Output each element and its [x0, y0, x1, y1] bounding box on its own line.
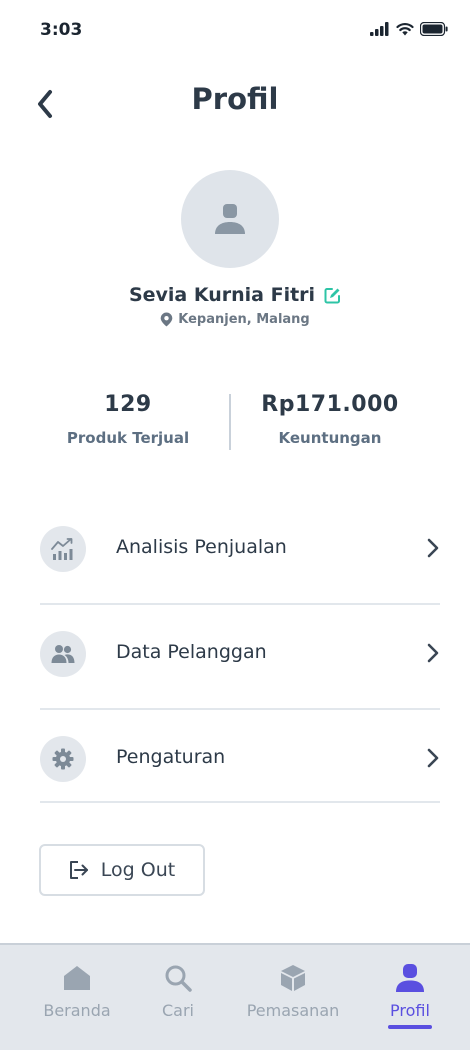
stat-products-sold: 129 Produk Terjual — [28, 392, 228, 447]
wifi-icon — [396, 22, 414, 36]
stat-label: Produk Terjual — [66, 429, 190, 447]
location-pin-icon — [160, 312, 173, 327]
stat-value: Rp171.000 — [261, 392, 399, 417]
nav-label: Beranda — [43, 1001, 111, 1020]
status-time: 3:03 — [40, 20, 83, 40]
chart-icon — [40, 526, 86, 572]
chevron-right-icon — [426, 536, 440, 560]
stats: 129 Produk Terjual Rp171.000 Keuntungan — [0, 392, 470, 462]
stat-label: Keuntungan — [278, 429, 382, 447]
signal-icon — [370, 22, 389, 36]
profile-name: Sevia Kurnia Fitri — [128, 284, 316, 306]
nav-label: Pemasanan — [246, 1001, 340, 1020]
nav-item-home[interactable]: Beranda — [27, 961, 127, 1020]
battery-icon — [420, 22, 448, 36]
menu-item-label: Pengaturan — [116, 746, 226, 768]
menu-item-settings[interactable]: Pengaturan — [40, 710, 440, 803]
chevron-right-icon — [426, 746, 440, 770]
logout-label: Log Out — [100, 859, 176, 881]
search-icon — [128, 961, 228, 995]
box-icon — [243, 961, 343, 995]
menu-item-sales-analysis[interactable]: Analisis Penjualan — [40, 500, 440, 605]
nav-item-orders[interactable]: Pemasanan — [243, 961, 343, 1020]
header: Profil — [0, 78, 470, 128]
bottom-nav: Beranda Cari Pemasanan Profil — [0, 943, 470, 1050]
stat-profit: Rp171.000 Keuntungan — [230, 392, 430, 447]
location-text: Kepanjen, Malang — [178, 312, 310, 327]
page-title: Profil — [191, 82, 279, 116]
nav-label: Profil — [390, 1001, 430, 1020]
nav-label: Cari — [162, 1001, 194, 1020]
edit-icon[interactable] — [323, 286, 341, 304]
home-icon — [27, 961, 127, 995]
stat-value: 129 — [104, 392, 152, 417]
status-bar: 3:03 — [0, 0, 470, 60]
nav-item-profile[interactable]: Profil — [360, 961, 460, 1029]
menu-item-customer-data[interactable]: Data Pelanggan — [40, 605, 440, 710]
logout-button[interactable]: Log Out — [39, 844, 205, 896]
active-tab-indicator — [388, 1025, 432, 1029]
users-icon — [40, 631, 86, 677]
nav-item-search[interactable]: Cari — [128, 961, 228, 1020]
logout-icon — [69, 861, 88, 879]
menu-item-label: Data Pelanggan — [116, 641, 267, 663]
menu-item-label: Analisis Penjualan — [116, 536, 287, 558]
profile-menu: Analisis Penjualan Data Pelanggan Pengat… — [40, 500, 440, 803]
chevron-right-icon — [426, 641, 440, 665]
gear-icon — [40, 736, 86, 782]
user-placeholder-icon — [215, 204, 245, 234]
status-icons — [370, 22, 448, 36]
profile-name-row: Sevia Kurnia Fitri — [0, 284, 470, 306]
user-icon — [360, 961, 460, 995]
avatar — [181, 170, 279, 268]
location-row: Kepanjen, Malang — [0, 312, 470, 327]
